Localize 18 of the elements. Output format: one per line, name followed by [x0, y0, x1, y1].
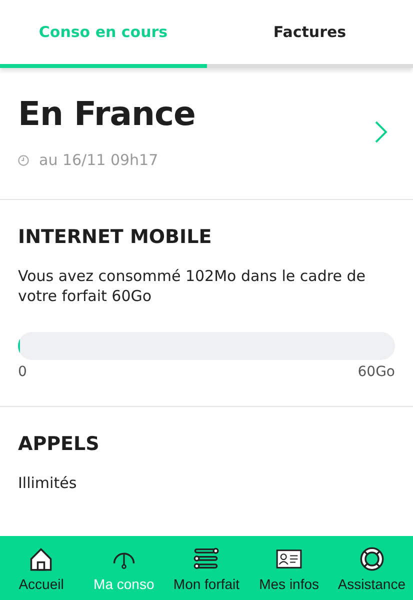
- nav-tab[interactable]: Mes infos: [248, 536, 330, 600]
- update-time: au 16/11 09h17: [39, 151, 158, 169]
- section-heading: APPELS: [18, 433, 100, 455]
- section-title: En France: [18, 94, 196, 133]
- sliders-icon: [193, 546, 220, 572]
- scale-max-label: 60Go: [358, 364, 395, 380]
- nav-tab[interactable]: Mon forfait: [165, 536, 248, 600]
- section-heading: INTERNET MOBILE: [18, 226, 213, 248]
- tab[interactable]: Factures: [206, 0, 413, 68]
- lifebuoy-icon: [358, 546, 385, 572]
- section-text: Illimités: [18, 473, 78, 493]
- section-text: Vous avez consommé 102Mo dans le cadre de votre forfait 60Go: [18, 266, 366, 306]
- nav-tab[interactable]: Assistance: [330, 536, 413, 600]
- clock-icon: [18, 154, 29, 166]
- chevron-right-icon[interactable]: [375, 120, 387, 142]
- scale-min-label: 0: [18, 364, 27, 380]
- nav-tab[interactable]: Accueil: [0, 536, 83, 600]
- house-icon: [28, 546, 54, 572]
